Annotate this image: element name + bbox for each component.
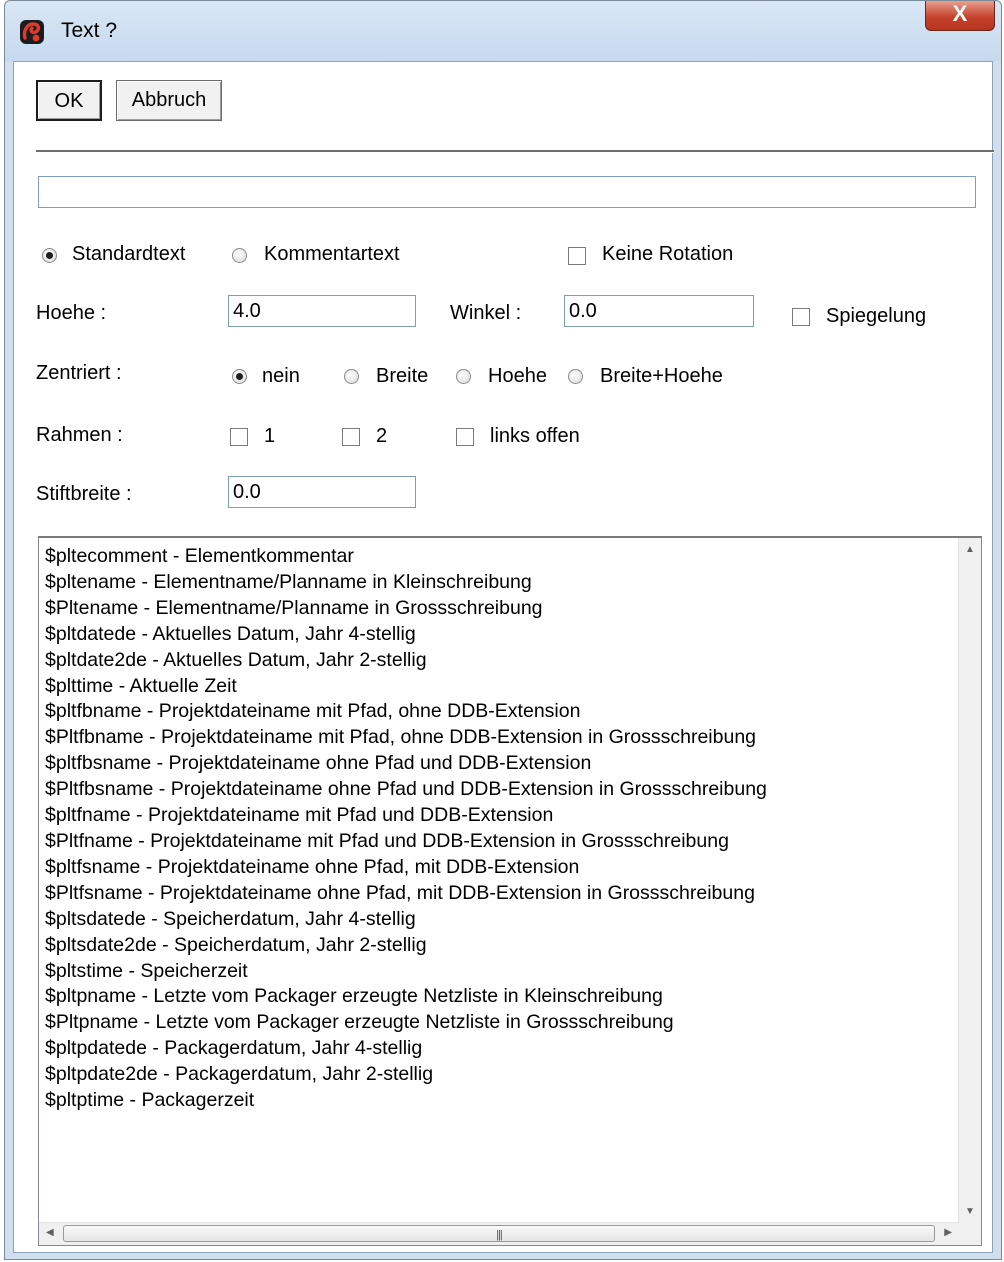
list-item[interactable]: $pltfname - Projektdateiname mit Pfad un… <box>45 803 955 829</box>
checkbox-links-offen[interactable] <box>456 428 474 446</box>
spiegelung-label: Spiegelung <box>826 305 927 327</box>
list-item[interactable]: $pltename - Elementname/Planname in Klei… <box>45 570 955 596</box>
standardtext-label: Standardtext <box>72 243 186 265</box>
window-title: Text ? <box>61 19 118 42</box>
list-item[interactable]: $pltpdatede - Packagerdatum, Jahr 4-stel… <box>45 1036 955 1062</box>
list-item[interactable]: $pltfbsname - Projektdateiname ohne Pfad… <box>45 751 955 777</box>
rahmen-2-label: 2 <box>376 425 388 447</box>
rahmen-label: Rahmen : <box>36 424 123 446</box>
dialog-body: OK Abbruch Standardtext Kommentartext Ke… <box>13 61 994 1253</box>
title-bar[interactable]: Text ? X <box>5 1 1001 61</box>
rahmen-1-label: 1 <box>264 425 276 447</box>
zentriert-hoehe-label: Hoehe <box>488 365 547 387</box>
radio-kommentartext[interactable] <box>232 248 247 263</box>
radio-zentriert-hoehe[interactable] <box>456 369 471 384</box>
zentriert-breite-label: Breite <box>376 365 429 387</box>
checkbox-spiegelung[interactable] <box>792 308 810 326</box>
links-offen-label: links offen <box>490 425 580 447</box>
stiftbreite-label: Stiftbreite : <box>36 483 132 505</box>
list-item[interactable]: $Pltpname - Letzte vom Packager erzeugte… <box>45 1010 955 1036</box>
list-item[interactable]: $pltdatede - Aktuelles Datum, Jahr 4-ste… <box>45 622 955 648</box>
stiftbreite-input[interactable] <box>228 476 416 508</box>
cancel-button[interactable]: Abbruch <box>116 80 222 121</box>
close-icon: X <box>952 1 968 26</box>
list-item[interactable]: $Pltfname - Projektdateiname mit Pfad un… <box>45 829 955 855</box>
hoehe-input[interactable] <box>228 295 416 327</box>
winkel-label: Winkel : <box>450 302 522 324</box>
list-item[interactable]: $pltptime - Packagerzeit <box>45 1088 955 1114</box>
list-item[interactable]: $pltsdatede - Speicherdatum, Jahr 4-stel… <box>45 907 955 933</box>
list-item[interactable]: $pltpname - Letzte vom Packager erzeugte… <box>45 984 955 1010</box>
radio-zentriert-nein[interactable] <box>232 369 247 384</box>
checkbox-rahmen-1[interactable] <box>230 428 248 446</box>
vertical-scrollbar[interactable]: ▲ ▼ <box>958 538 981 1223</box>
list-item[interactable]: $pltfbname - Projektdateiname mit Pfad, … <box>45 699 955 725</box>
scroll-down-arrow-icon[interactable]: ▼ <box>965 1206 975 1217</box>
zentriert-nein-label: nein <box>262 365 300 387</box>
scrollbar-corner <box>959 1223 981 1245</box>
ok-button[interactable]: OK <box>36 80 102 121</box>
list-item[interactable]: $pltstime - Speicherzeit <box>45 959 955 985</box>
list-item[interactable]: $Pltfsname - Projektdateiname ohne Pfad,… <box>45 881 955 907</box>
checkbox-keine-rotation[interactable] <box>568 247 586 265</box>
separator-line <box>36 150 994 153</box>
list-item[interactable]: $pltdate2de - Aktuelles Datum, Jahr 2-st… <box>45 648 955 674</box>
scroll-right-arrow-icon[interactable]: ▶ <box>944 1227 952 1238</box>
horizontal-scrollbar[interactable]: ◀ ||| ▶ <box>39 1222 959 1245</box>
list-item[interactable]: $plttime - Aktuelle Zeit <box>45 674 955 700</box>
checkbox-rahmen-2[interactable] <box>342 428 360 446</box>
list-item[interactable]: $Pltename - Elementname/Planname in Gros… <box>45 596 955 622</box>
kommentartext-label: Kommentartext <box>264 243 400 265</box>
close-button[interactable]: X <box>925 1 995 31</box>
scroll-grip-icon: ||| <box>496 1229 503 1241</box>
zentriert-label: Zentriert : <box>36 362 122 384</box>
list-item[interactable]: $pltecomment - Elementkommentar <box>45 544 955 570</box>
zentriert-breite-hoehe-label: Breite+Hoehe <box>600 365 723 387</box>
radio-zentriert-breite[interactable] <box>344 369 359 384</box>
scroll-up-arrow-icon[interactable]: ▲ <box>965 544 975 555</box>
scroll-left-arrow-icon[interactable]: ◀ <box>46 1227 54 1238</box>
list-item[interactable]: $pltpdate2de - Packagerdatum, Jahr 2-ste… <box>45 1062 955 1088</box>
list-item[interactable]: $pltsdate2de - Speicherdatum, Jahr 2-ste… <box>45 933 955 959</box>
radio-standardtext[interactable] <box>42 248 57 263</box>
list-item[interactable]: $Pltfbname - Projektdateiname mit Pfad, … <box>45 725 955 751</box>
text-input[interactable] <box>38 176 976 208</box>
keine-rotation-label: Keine Rotation <box>602 243 734 265</box>
winkel-input[interactable] <box>564 295 754 327</box>
horizontal-scroll-thumb[interactable]: ||| <box>63 1225 935 1242</box>
app-logo-icon <box>19 19 45 45</box>
list-item[interactable]: $pltfsname - Projektdateiname ohne Pfad,… <box>45 855 955 881</box>
dialog-window: Text ? X OK Abbruch Standardtext Komment… <box>4 0 1002 1260</box>
radio-zentriert-breite-hoehe[interactable] <box>568 369 583 384</box>
hoehe-label: Hoehe : <box>36 302 107 324</box>
variables-list: $pltecomment - Elementkommentar $pltename… <box>45 544 955 1219</box>
list-item[interactable]: $Pltfbsname - Projektdateiname ohne Pfad… <box>45 777 955 803</box>
variables-listbox[interactable]: $pltecomment - Elementkommentar $pltename… <box>38 536 982 1246</box>
